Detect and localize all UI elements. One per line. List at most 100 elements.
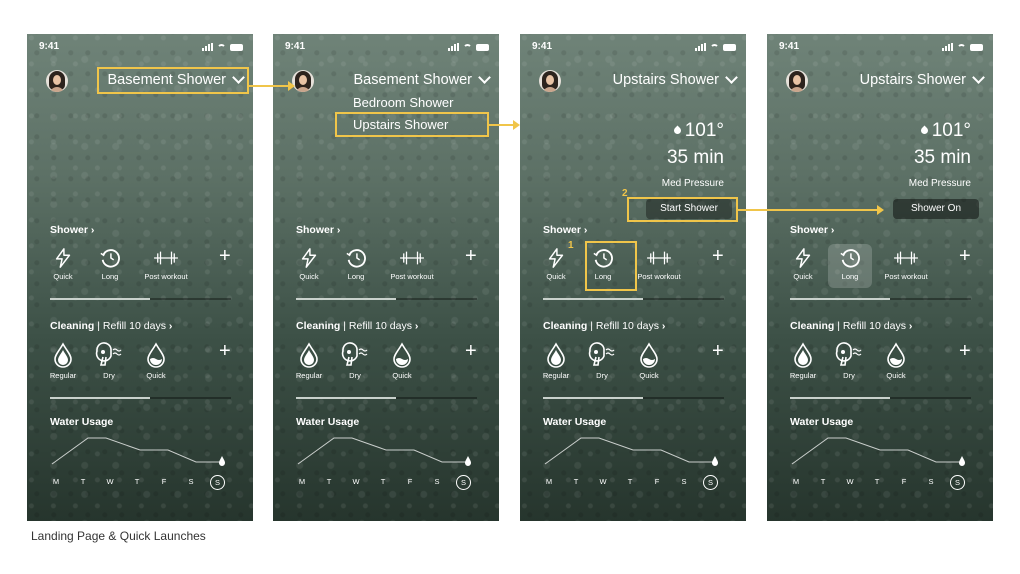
day-tue[interactable]: T [323, 477, 335, 486]
add-preset-button[interactable]: + [959, 245, 971, 268]
day-tue[interactable]: T [570, 477, 582, 486]
clean-dry-button[interactable]: Dry [580, 342, 624, 382]
add-cleaning-button[interactable]: + [712, 340, 724, 363]
preset-quick-button[interactable]: Quick [534, 247, 578, 287]
day-wed[interactable]: W [597, 477, 609, 486]
add-cleaning-button[interactable]: + [959, 340, 971, 363]
clean-quick-button[interactable]: Quick [380, 342, 424, 382]
shower-selector[interactable]: Basement Shower [108, 71, 245, 88]
preset-long-button[interactable]: Long [334, 247, 378, 287]
add-cleaning-button[interactable]: + [219, 340, 231, 363]
avatar[interactable] [46, 70, 68, 92]
day-mon[interactable]: M [296, 477, 308, 486]
day-sun-selected[interactable]: S [210, 475, 225, 490]
dumbbell-icon [400, 251, 424, 265]
shower-selector[interactable]: Basement Shower [354, 71, 491, 88]
shower-presets-scrollbar[interactable] [50, 298, 231, 300]
clean-regular-button[interactable]: Regular [41, 342, 85, 382]
pressure-readout: Med Pressure [908, 178, 971, 189]
day-tue[interactable]: T [77, 477, 89, 486]
preset-quick-button[interactable]: Quick [781, 247, 825, 287]
wifi-icon [957, 43, 966, 51]
cleaning-section-link[interactable]: Cleaning | Refill 10 days › [296, 320, 418, 332]
day-wed[interactable]: W [350, 477, 362, 486]
avatar[interactable] [539, 70, 561, 92]
cleaning-section-link[interactable]: Cleaning | Refill 10 days › [50, 320, 172, 332]
shower-section-link[interactable]: Shower › [50, 224, 94, 236]
cleaning-presets-scrollbar[interactable] [790, 397, 971, 399]
cleaning-section-link[interactable]: Cleaning | Refill 10 days › [790, 320, 912, 332]
day-mon[interactable]: M [790, 477, 802, 486]
shower-selector[interactable]: Upstairs Shower [860, 71, 985, 88]
water-usage-title: Water Usage [790, 416, 854, 428]
shower-section-link[interactable]: Shower › [296, 224, 340, 236]
clean-quick-button[interactable]: Quick [627, 342, 671, 382]
cleaning-presets-scrollbar[interactable] [50, 397, 231, 399]
cleaning-section-link[interactable]: Cleaning | Refill 10 days › [543, 320, 665, 332]
add-cleaning-button[interactable]: + [465, 340, 477, 363]
status-time: 9:41 [779, 41, 800, 52]
avatar[interactable] [292, 70, 314, 92]
day-wed[interactable]: W [844, 477, 856, 486]
day-mon[interactable]: M [50, 477, 62, 486]
preset-long-button-selected[interactable]: Long [828, 244, 872, 288]
preset-post-workout-button[interactable]: Post workout [136, 247, 196, 287]
day-fri[interactable]: F [404, 477, 416, 486]
shower-section-link[interactable]: Shower › [790, 224, 834, 236]
day-sat[interactable]: S [678, 477, 690, 486]
signal-icon [695, 43, 706, 51]
chevron-down-icon [972, 71, 985, 84]
clean-regular-button[interactable]: Regular [781, 342, 825, 382]
day-thu[interactable]: T [131, 477, 143, 486]
add-preset-button[interactable]: + [219, 245, 231, 268]
day-thu[interactable]: T [871, 477, 883, 486]
shower-on-button[interactable]: Shower On [893, 199, 979, 219]
start-shower-button[interactable]: Start Shower [646, 199, 732, 219]
preset-quick-button[interactable]: Quick [41, 247, 85, 287]
add-preset-button[interactable]: + [465, 245, 477, 268]
preset-post-workout-button[interactable]: Post workout [382, 247, 442, 287]
weekday-selector: M T W T F S S [50, 475, 232, 491]
shower-presets-scrollbar[interactable] [296, 298, 477, 300]
clean-regular-button[interactable]: Regular [534, 342, 578, 382]
day-sat[interactable]: S [431, 477, 443, 486]
water-drop-icon [300, 342, 318, 368]
shower-selector[interactable]: Upstairs Shower [613, 71, 738, 88]
preset-post-workout-button[interactable]: Post workout [876, 247, 936, 287]
cleaning-presets-scrollbar[interactable] [543, 397, 724, 399]
clean-quick-button[interactable]: Quick [874, 342, 918, 382]
day-sun-selected[interactable]: S [703, 475, 718, 490]
day-wed[interactable]: W [104, 477, 116, 486]
signal-icon [448, 43, 459, 51]
cleaning-presets-scrollbar[interactable] [296, 397, 477, 399]
clean-regular-button[interactable]: Regular [287, 342, 331, 382]
shower-presets-scrollbar[interactable] [543, 298, 724, 300]
shower-section-link[interactable]: Shower › [543, 224, 587, 236]
day-fri[interactable]: F [158, 477, 170, 486]
day-sat[interactable]: S [185, 477, 197, 486]
clean-dry-button[interactable]: Dry [87, 342, 131, 382]
day-thu[interactable]: T [377, 477, 389, 486]
preset-long-button[interactable]: Long [581, 247, 625, 287]
water-drop-icon [219, 456, 225, 466]
add-preset-button[interactable]: + [712, 245, 724, 268]
day-tue[interactable]: T [817, 477, 829, 486]
dropdown-option-upstairs[interactable]: Upstairs Shower [353, 114, 453, 136]
day-thu[interactable]: T [624, 477, 636, 486]
clean-dry-button[interactable]: Dry [827, 342, 871, 382]
preset-post-workout-button[interactable]: Post workout [629, 247, 689, 287]
day-fri[interactable]: F [898, 477, 910, 486]
day-fri[interactable]: F [651, 477, 663, 486]
dropdown-option-bedroom[interactable]: Bedroom Shower [353, 92, 453, 114]
shower-presets: Quick Long Post workout + [781, 244, 983, 288]
avatar[interactable] [786, 70, 808, 92]
preset-long-button[interactable]: Long [88, 247, 132, 287]
day-sun-selected[interactable]: S [950, 475, 965, 490]
clean-dry-button[interactable]: Dry [333, 342, 377, 382]
day-mon[interactable]: M [543, 477, 555, 486]
preset-quick-button[interactable]: Quick [287, 247, 331, 287]
clean-quick-button[interactable]: Quick [134, 342, 178, 382]
day-sat[interactable]: S [925, 477, 937, 486]
day-sun-selected[interactable]: S [456, 475, 471, 490]
shower-presets-scrollbar[interactable] [790, 298, 971, 300]
